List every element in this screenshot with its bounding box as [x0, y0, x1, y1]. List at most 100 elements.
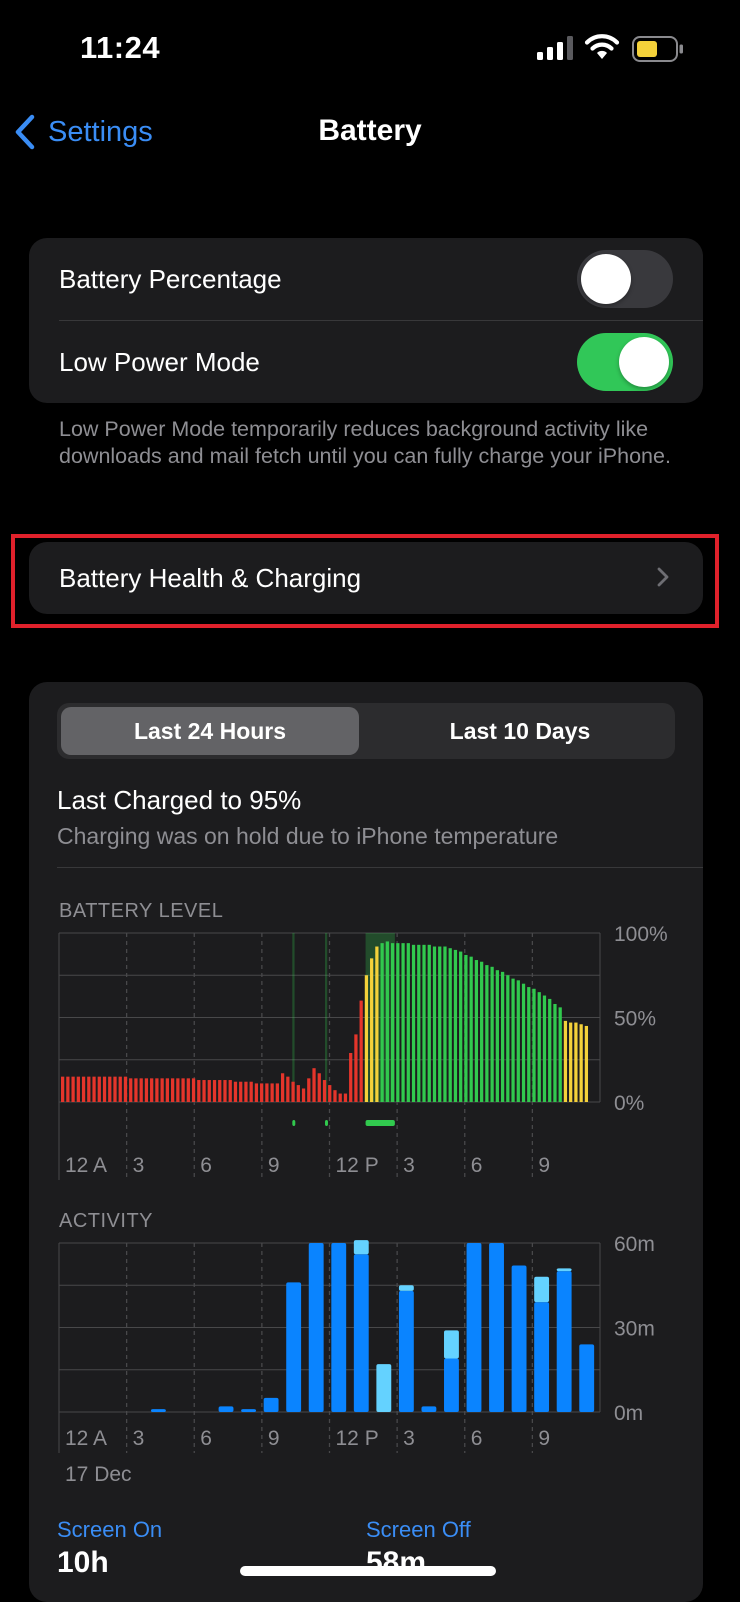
battery-level-bar [370, 958, 374, 1102]
battery-level-bar [349, 1052, 353, 1102]
battery-level-bar [548, 998, 552, 1102]
wifi-icon [584, 34, 620, 59]
segment-last-24-hours[interactable]: Last 24 Hours [61, 703, 359, 759]
battery-level-bar [270, 1083, 274, 1102]
battery-level-bar [108, 1076, 112, 1102]
low-power-mode-toggle[interactable] [577, 333, 673, 391]
segment-last-10-days[interactable]: Last 10 Days [371, 703, 669, 759]
battery-level-bar [186, 1078, 190, 1102]
battery-level-bar [233, 1081, 238, 1102]
x-tick-label: 12 P [336, 1154, 379, 1177]
battery-level-bar [500, 971, 505, 1102]
battery-level-bar [207, 1080, 211, 1102]
x-tick-label: 3 [133, 1154, 145, 1177]
screen-on-bar [556, 1271, 572, 1412]
battery-level-bar [102, 1076, 107, 1102]
screen-on-bar [398, 1290, 414, 1412]
screen-on-bar [444, 1358, 459, 1412]
battery-level-bar [165, 1078, 169, 1102]
battery-level-bar [223, 1080, 227, 1102]
battery-level-bar [139, 1078, 143, 1102]
screen-on-bar [150, 1409, 166, 1412]
screen-on-label: Screen On [57, 1517, 163, 1542]
x-tick-label: 3 [133, 1427, 145, 1450]
battery-level-bar [569, 1022, 573, 1102]
battery-level-bar [406, 943, 410, 1102]
battery-level-bar [354, 1034, 358, 1102]
screen-on-bar [286, 1282, 302, 1412]
x-tick-label: 9 [268, 1427, 280, 1450]
battery-level-bar [359, 1000, 363, 1102]
activity-chart: 60m 30m 0m 12 A 3 6 9 12 P 3 6 9 17 Dec [58, 1233, 655, 1486]
screen-off-bar [534, 1276, 550, 1303]
y-tick-label: 30m [614, 1318, 655, 1341]
battery-level-bar [527, 987, 531, 1102]
x-tick-label: 6 [471, 1154, 483, 1177]
x-tick-label: 3 [403, 1427, 415, 1450]
battery-level-bar [291, 1081, 295, 1102]
battery-level-bar [401, 943, 405, 1102]
battery-level-bar [333, 1090, 337, 1102]
cellular-signal-icon [537, 36, 573, 60]
charging-period-band [365, 933, 395, 1102]
battery-level-bar [542, 995, 547, 1102]
battery-level-bar [92, 1076, 96, 1102]
battery-level-bar [97, 1076, 101, 1102]
battery-level-bar [443, 946, 447, 1102]
last-charged-subtitle: Charging was on hold due to iPhone tempe… [57, 823, 559, 849]
last-charged-title: Last Charged to 95% [57, 785, 302, 815]
battery-level-bar [375, 946, 379, 1102]
battery-level-bar [275, 1083, 279, 1102]
row-divider [59, 320, 703, 321]
battery-level-bar [218, 1080, 222, 1102]
battery-level-bar [260, 1083, 264, 1102]
screen-on-bar [579, 1344, 595, 1412]
battery-level-bar [438, 946, 442, 1102]
battery-level-bar [317, 1073, 321, 1102]
battery-level-bar [66, 1076, 70, 1102]
battery-level-bar [144, 1078, 149, 1102]
screen-on-bar [511, 1265, 527, 1412]
toggle-knob [619, 337, 669, 387]
low-power-mode-footnote: Low Power Mode temporarily reduces backg… [59, 417, 671, 468]
charging-indicator [324, 1120, 328, 1126]
battery-level-bar [150, 1078, 154, 1102]
screen-on-bar [331, 1243, 347, 1412]
battery-level-bar [160, 1078, 164, 1102]
screen-off-bar [444, 1330, 459, 1359]
toggles-group: Battery Percentage Low Power Mode [29, 238, 703, 403]
battery-level-bar [396, 943, 400, 1102]
battery-level-bar [228, 1080, 232, 1102]
battery-level-bar [123, 1076, 128, 1102]
x-tick-label: 9 [538, 1427, 550, 1450]
battery-level-bar [459, 951, 463, 1102]
battery-level-bar [170, 1078, 175, 1102]
battery-level-bar [417, 944, 421, 1102]
card-divider [57, 867, 703, 868]
battery-level-bar [202, 1080, 206, 1102]
battery-level-bar [537, 992, 541, 1102]
battery-level-bar [296, 1085, 300, 1102]
battery-level-bar [244, 1081, 248, 1102]
battery-level-chart: 100% 50% 0% 12 A 3 6 9 12 P 3 6 9 [58, 923, 668, 1180]
battery-level-bar [61, 1076, 65, 1102]
battery-level-bar [307, 1078, 311, 1102]
battery-level-bar [584, 1025, 589, 1102]
battery-level-bar [448, 948, 452, 1102]
battery-level-bar [254, 1083, 259, 1102]
battery-level-bar [239, 1081, 243, 1102]
battery-level-bar [312, 1068, 316, 1102]
battery-level-bar [280, 1073, 285, 1102]
battery-percentage-toggle[interactable] [577, 250, 673, 308]
charging-indicator [292, 1120, 296, 1126]
battery-level-bar [432, 946, 437, 1102]
screen-off-bar [398, 1285, 414, 1291]
battery-level-bar [155, 1078, 159, 1102]
battery-level-bar [118, 1076, 122, 1102]
battery-level-bar [469, 956, 473, 1102]
battery-level-bar [485, 965, 489, 1102]
battery-level-bar [411, 944, 416, 1102]
screen-on-bar [466, 1243, 482, 1412]
screen-on-bar [489, 1243, 504, 1412]
battery-level-bar [453, 949, 458, 1102]
